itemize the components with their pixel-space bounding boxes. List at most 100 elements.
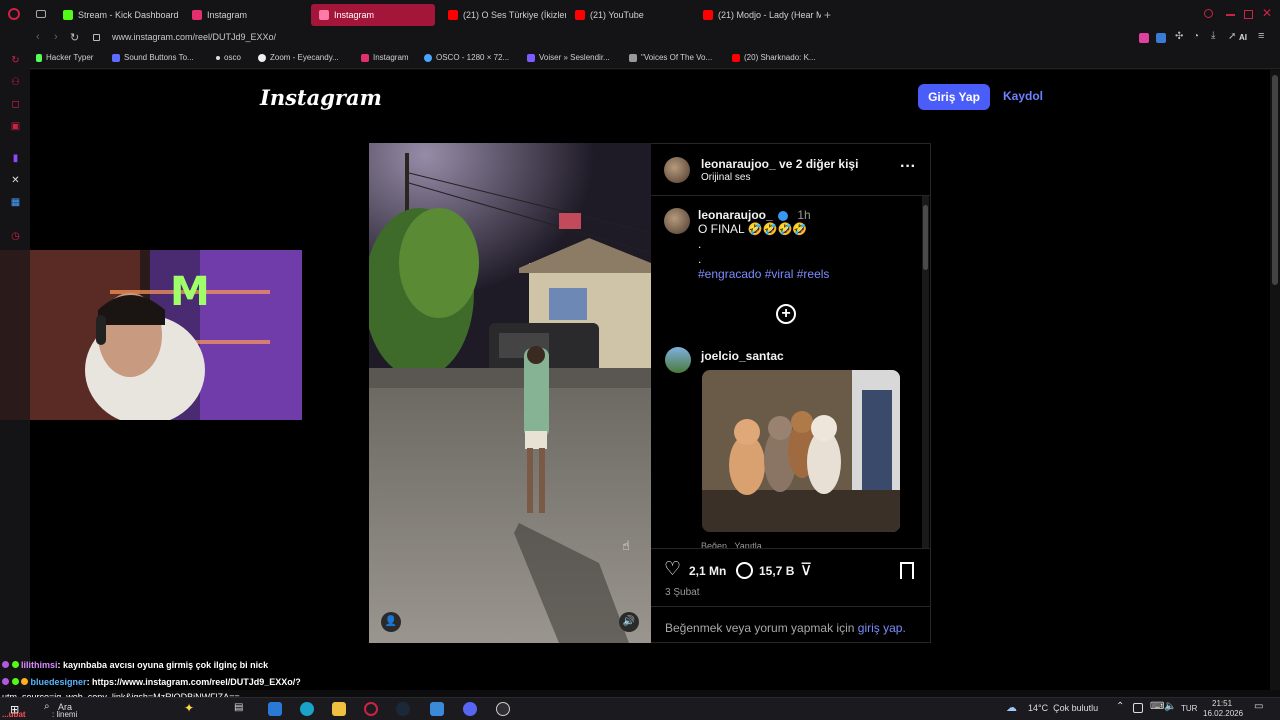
history-icon[interactable]: ◷ (10, 231, 21, 242)
commenter-avatar[interactable] (665, 347, 691, 373)
edge-icon[interactable] (300, 702, 314, 716)
address-bar: ‹ › ↻ www.instagram.com/reel/DUTJd9_EXXo… (0, 29, 1280, 49)
tab-instagram-active[interactable]: Instagram (311, 4, 435, 26)
header-username[interactable]: leonaraujoo_ (701, 157, 776, 171)
caption-username[interactable]: leonaraujoo_ (698, 208, 773, 222)
caption-hashtags[interactable]: #engracado #viral #reels (698, 267, 829, 281)
x-icon[interactable]: ✕ (10, 175, 21, 186)
caption-avatar[interactable] (664, 208, 690, 234)
sound-icon[interactable]: 🔊 (619, 612, 639, 632)
file-icon[interactable] (268, 702, 282, 716)
tab-instagram-1[interactable]: Instagram (184, 4, 310, 26)
keyboard-language[interactable]: TUR (1181, 704, 1197, 713)
task-view-icon[interactable]: ▤ (234, 702, 243, 713)
share-send-icon[interactable]: ⊽ (800, 560, 812, 580)
bookmark-osco[interactable]: osco (216, 53, 241, 62)
header-and-others[interactable]: ve 2 diğer kişi (779, 157, 858, 171)
clock-time[interactable]: 21:51 (1212, 699, 1232, 708)
taskbar-search[interactable]: Ara (58, 702, 72, 712)
windows-taskbar: ...ubat : linemi ⊞ ⌕ Ara ✦ ▤ ☁ 14°C Çok … (0, 697, 1280, 720)
new-tab-plus-icon[interactable]: + (824, 8, 831, 22)
windows-start-icon[interactable]: ⊞ (10, 703, 19, 716)
opera-logo-icon[interactable] (8, 8, 20, 20)
discord-icon[interactable] (463, 702, 477, 716)
clock-date[interactable]: 16.02.2026 (1203, 709, 1243, 718)
tray-app-icon[interactable] (1133, 703, 1143, 713)
network-icon[interactable]: ⌨ (1150, 701, 1164, 712)
svg-text:M: M (170, 269, 210, 315)
bookmark-osco-1280[interactable]: OSCO - 1280 × 72... (424, 53, 509, 62)
bookmark-icon (258, 53, 266, 62)
likes-count[interactable]: 2,1 Mn (689, 564, 726, 578)
user-tags-icon[interactable]: 👤 (381, 612, 401, 632)
caption-dot: . (698, 252, 702, 266)
puzzle-icon[interactable]: ✣ (1175, 31, 1183, 42)
login-prompt-link[interactable]: giriş yap. (858, 621, 906, 635)
add-comment-plus-icon[interactable]: + (776, 304, 796, 324)
tab-youtube-oses[interactable]: (21) O Ses Türkiye (İkizler (440, 4, 566, 26)
weather-text[interactable]: 14°C Çok bulutlu (1028, 703, 1098, 713)
comment-cat-image[interactable] (702, 370, 900, 532)
tab-youtube-modjo[interactable]: (21) Modjo - Lady (Hear M (695, 4, 821, 26)
bookmark-hacker-typer[interactable]: Hacker Typer (36, 53, 93, 62)
actions-divider (651, 548, 931, 549)
messenger-icon[interactable]: ◻ (10, 99, 21, 110)
chat-badge-icon (11, 661, 19, 668)
back-icon[interactable]: ‹ (36, 31, 40, 43)
tab-kick-dashboard[interactable]: Stream - Kick Dashboard (55, 4, 183, 26)
bookmark-instagram[interactable]: Instagram (361, 53, 409, 62)
opera-icon[interactable] (364, 702, 378, 716)
maximize-icon[interactable] (1244, 10, 1253, 19)
comment-username[interactable]: joelcio_santac (701, 349, 784, 363)
volume-icon[interactable]: 🔈 (1164, 701, 1176, 712)
obs-icon[interactable] (496, 702, 510, 716)
weather-icon[interactable]: ☁ (1006, 701, 1017, 714)
taskbar-search-icon[interactable]: ⌕ (44, 701, 50, 712)
workspace-icon[interactable]: ▣ (10, 121, 21, 132)
ai-label[interactable]: AI (1239, 33, 1247, 42)
comments-scroll-thumb[interactable] (923, 205, 928, 270)
translate-icon[interactable]: ▦ (10, 197, 21, 208)
steam-icon[interactable] (396, 702, 410, 716)
menu-icon[interactable]: ≡ (1258, 30, 1264, 42)
author-avatar[interactable] (664, 157, 690, 183)
forward-icon[interactable]: › (54, 31, 58, 43)
bookmark-sound-buttons[interactable]: Sound Buttons To... (112, 53, 194, 62)
extension-icon[interactable] (1139, 33, 1149, 43)
page-scroll-thumb[interactable] (1272, 75, 1278, 285)
comment-bubble-icon[interactable] (736, 562, 753, 579)
reel-video[interactable]: 👤 🔊 (369, 143, 651, 643)
app-icon[interactable] (430, 702, 444, 716)
tab-youtube[interactable]: (21) YouTube (567, 4, 693, 26)
bookmark-zoom[interactable]: Zoom - Eyecandy... (258, 53, 339, 62)
close-icon[interactable]: ✕ (1262, 6, 1272, 20)
notification-icon[interactable]: ▭ (1254, 701, 1263, 712)
aria-icon[interactable]: ⚇ (10, 77, 21, 88)
search-icon[interactable] (1204, 9, 1213, 18)
login-button[interactable]: Giriş Yap (918, 84, 990, 110)
comments-count[interactable]: 15,7 B (759, 564, 794, 578)
bookmark-sharknado[interactable]: (20) Sharknado: K... (732, 53, 816, 62)
tab-overview-icon[interactable] (36, 10, 46, 18)
bookmark-voiser[interactable]: Voiser » Seslendir... (527, 53, 610, 62)
extension-icon[interactable] (1156, 33, 1166, 43)
signup-link[interactable]: Kaydol (1003, 89, 1043, 103)
share-icon[interactable]: ➚ (1228, 31, 1236, 42)
more-options-icon[interactable]: ··· (900, 158, 916, 176)
bookmark-voices[interactable]: "Voices Of The Vo... (629, 53, 712, 62)
minimize-icon[interactable] (1226, 14, 1235, 16)
instagram-logo[interactable]: Instagram (260, 85, 382, 110)
copilot-icon[interactable]: ✦ (184, 701, 194, 715)
profile-icon[interactable]: ◔ (1193, 31, 1199, 42)
reload-icon[interactable]: ↻ (70, 31, 79, 44)
download-icon[interactable]: ⤓ (1211, 30, 1215, 41)
like-heart-icon[interactable]: ♡ (664, 560, 681, 580)
caption-header: leonaraujoo_ 1h (698, 208, 811, 222)
bookmark-save-icon[interactable] (900, 562, 914, 579)
speed-dial-icon[interactable]: ↻ (10, 55, 21, 66)
url-field[interactable]: www.instagram.com/reel/DUTJd9_EXXo/ (112, 32, 276, 42)
twitch-icon[interactable]: ▮ (10, 153, 21, 164)
tray-chevron-icon[interactable]: ⌃ (1116, 701, 1124, 712)
audio-label[interactable]: Orijinal ses (701, 172, 750, 183)
folder-icon[interactable] (332, 702, 346, 716)
